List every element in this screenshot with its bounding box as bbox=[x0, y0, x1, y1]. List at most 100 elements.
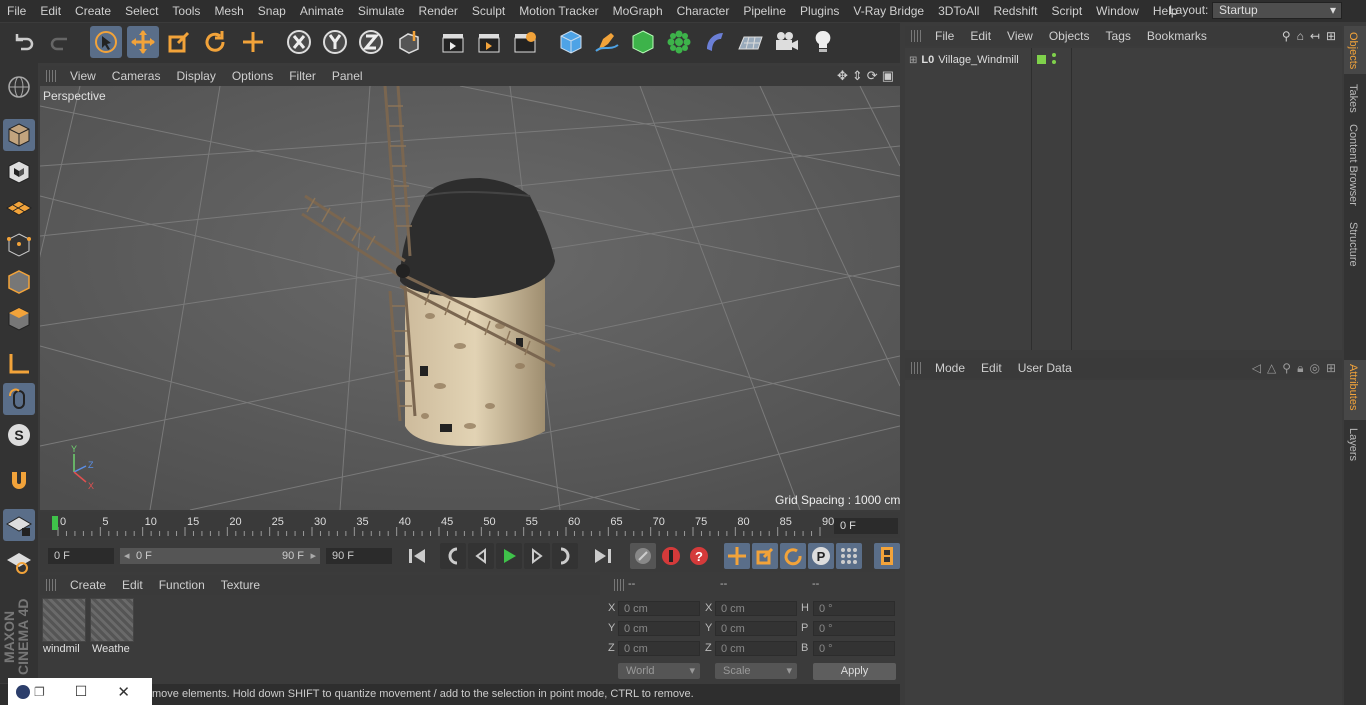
current-frame-field[interactable]: 0 F bbox=[834, 518, 898, 534]
record-objects-button[interactable] bbox=[630, 543, 656, 569]
object-menu-tags[interactable]: Tags bbox=[1098, 29, 1139, 43]
position-field[interactable]: 0 cm bbox=[618, 601, 700, 616]
material-swatch-windmil[interactable] bbox=[42, 598, 86, 642]
next-frame-button[interactable] bbox=[524, 543, 550, 569]
menu-animate[interactable]: Animate bbox=[293, 0, 351, 22]
object-menu-bookmarks[interactable]: Bookmarks bbox=[1139, 29, 1215, 43]
search-icon[interactable]: ⚲ bbox=[1282, 29, 1291, 43]
go-to-start-button[interactable] bbox=[404, 543, 430, 569]
attribute-menu-mode[interactable]: Mode bbox=[927, 361, 973, 375]
orbit-view-icon[interactable]: ⟳ bbox=[867, 68, 878, 84]
close-icon[interactable]: ✕ bbox=[117, 683, 130, 701]
menu-window[interactable]: Window bbox=[1089, 0, 1146, 22]
position-field[interactable]: 0 cm bbox=[618, 621, 700, 636]
locked-tool-button[interactable] bbox=[3, 547, 35, 579]
lock-icon[interactable]: 🔒︎ bbox=[1297, 361, 1303, 376]
menu-plugins[interactable]: Plugins bbox=[793, 0, 846, 22]
keyframe-selection-button[interactable]: ? bbox=[686, 543, 712, 569]
render-visibility-dot[interactable] bbox=[1052, 60, 1056, 64]
rotation-field[interactable]: 0 ° bbox=[813, 641, 895, 656]
panel-grip-icon[interactable] bbox=[614, 579, 624, 591]
menu-edit[interactable]: Edit bbox=[33, 0, 68, 22]
rotation-field[interactable]: 0 ° bbox=[813, 621, 895, 636]
viewport-menu-panel[interactable]: Panel bbox=[324, 69, 371, 83]
key-rotation-button[interactable] bbox=[780, 543, 806, 569]
size-field[interactable]: 0 cm bbox=[715, 641, 797, 656]
axis-mode-button[interactable] bbox=[3, 348, 35, 380]
magnet-button[interactable] bbox=[3, 465, 35, 497]
make-editable-button[interactable] bbox=[3, 71, 35, 103]
list-item[interactable]: ⊞ L0 Village_Windmill bbox=[905, 50, 1031, 70]
points-mode-button[interactable] bbox=[3, 229, 35, 261]
search-icon[interactable]: ⚲ bbox=[1282, 361, 1291, 376]
workplane-mode-button[interactable] bbox=[3, 192, 35, 224]
render-to-picture-viewer-button[interactable] bbox=[473, 26, 505, 58]
redo-button[interactable] bbox=[44, 26, 76, 58]
position-field[interactable]: 0 cm bbox=[618, 641, 700, 656]
object-menu-objects[interactable]: Objects bbox=[1041, 29, 1098, 43]
viewport-menu-filter[interactable]: Filter bbox=[281, 69, 324, 83]
expand-icon[interactable]: ⊞ bbox=[909, 55, 917, 66]
material-menu-create[interactable]: Create bbox=[62, 578, 114, 592]
timeline-window-button[interactable] bbox=[874, 543, 900, 569]
menu-tools[interactable]: Tools bbox=[165, 0, 207, 22]
attribute-menu-user-data[interactable]: User Data bbox=[1010, 361, 1080, 375]
target-icon[interactable]: ◎ bbox=[1309, 361, 1319, 376]
rotate-tool-button[interactable] bbox=[199, 26, 231, 58]
cloner-button[interactable] bbox=[663, 26, 695, 58]
new-panel-icon[interactable]: ⊞ bbox=[1326, 29, 1336, 43]
toggle-view-icon[interactable]: ▣ bbox=[882, 68, 894, 84]
attribute-menu-edit[interactable]: Edit bbox=[973, 361, 1010, 375]
menu-simulate[interactable]: Simulate bbox=[351, 0, 412, 22]
camera-button[interactable] bbox=[771, 26, 803, 58]
tab-structure[interactable]: Structure bbox=[1347, 222, 1359, 267]
tweak-mode-button[interactable] bbox=[3, 383, 35, 415]
arrow-up-icon[interactable]: △ bbox=[1267, 361, 1276, 376]
workplane-lock-button[interactable] bbox=[3, 509, 35, 541]
key-position-button[interactable] bbox=[724, 543, 750, 569]
material-menu-texture[interactable]: Texture bbox=[213, 578, 268, 592]
range-slider[interactable]: ◂ 0 F 90 F ▸ bbox=[120, 548, 320, 564]
object-name[interactable]: Village_Windmill bbox=[938, 54, 1019, 66]
viewport-menu-display[interactable]: Display bbox=[168, 69, 223, 83]
menu-vray-bridge[interactable]: V-Ray Bridge bbox=[846, 0, 931, 22]
menu-select[interactable]: Select bbox=[118, 0, 165, 22]
perspective-viewport[interactable]: Y Z X bbox=[40, 86, 900, 510]
play-button[interactable] bbox=[496, 543, 522, 569]
go-to-end-button[interactable] bbox=[590, 543, 616, 569]
viewport-menu-view[interactable]: View bbox=[62, 69, 104, 83]
tab-content-browser[interactable]: Content Browser bbox=[1347, 124, 1359, 206]
material-menu-edit[interactable]: Edit bbox=[114, 578, 151, 592]
object-menu-file[interactable]: File bbox=[927, 29, 962, 43]
size-field[interactable]: 0 cm bbox=[715, 621, 797, 636]
restore-icon[interactable]: ❐ bbox=[34, 685, 45, 699]
panel-grip-icon[interactable] bbox=[911, 30, 921, 42]
home-icon[interactable]: ⌂ bbox=[1297, 29, 1304, 43]
key-scale-button[interactable] bbox=[752, 543, 778, 569]
panel-grip-icon[interactable] bbox=[46, 579, 56, 591]
light-button[interactable] bbox=[807, 26, 839, 58]
polygons-mode-button[interactable] bbox=[3, 303, 35, 335]
nav-back-icon[interactable]: ↤ bbox=[1310, 29, 1320, 43]
edges-mode-button[interactable] bbox=[3, 266, 35, 298]
menu-mesh[interactable]: Mesh bbox=[207, 0, 250, 22]
new-panel-icon[interactable]: ⊞ bbox=[1326, 361, 1336, 376]
z-axis-button[interactable] bbox=[355, 26, 387, 58]
next-key-button[interactable] bbox=[552, 543, 578, 569]
menu-character[interactable]: Character bbox=[670, 0, 737, 22]
render-view-button[interactable] bbox=[437, 26, 469, 58]
model-mode-button[interactable] bbox=[3, 119, 35, 151]
render-settings-button[interactable] bbox=[509, 26, 541, 58]
tab-objects[interactable]: Objects bbox=[1347, 32, 1359, 69]
arrow-left-icon[interactable]: ◁ bbox=[1252, 361, 1261, 376]
range-left-arrow-icon[interactable]: ◂ bbox=[124, 548, 130, 564]
x-axis-button[interactable] bbox=[283, 26, 315, 58]
viewport-menu-cameras[interactable]: Cameras bbox=[104, 69, 169, 83]
playhead-marker[interactable] bbox=[52, 516, 58, 530]
menu-redshift[interactable]: Redshift bbox=[986, 0, 1044, 22]
menu-pipeline[interactable]: Pipeline bbox=[736, 0, 793, 22]
deformer-button[interactable] bbox=[699, 26, 731, 58]
autokeying-button[interactable] bbox=[658, 543, 684, 569]
material-swatch-weathe[interactable] bbox=[90, 598, 134, 642]
cube-primitive-button[interactable] bbox=[555, 26, 587, 58]
